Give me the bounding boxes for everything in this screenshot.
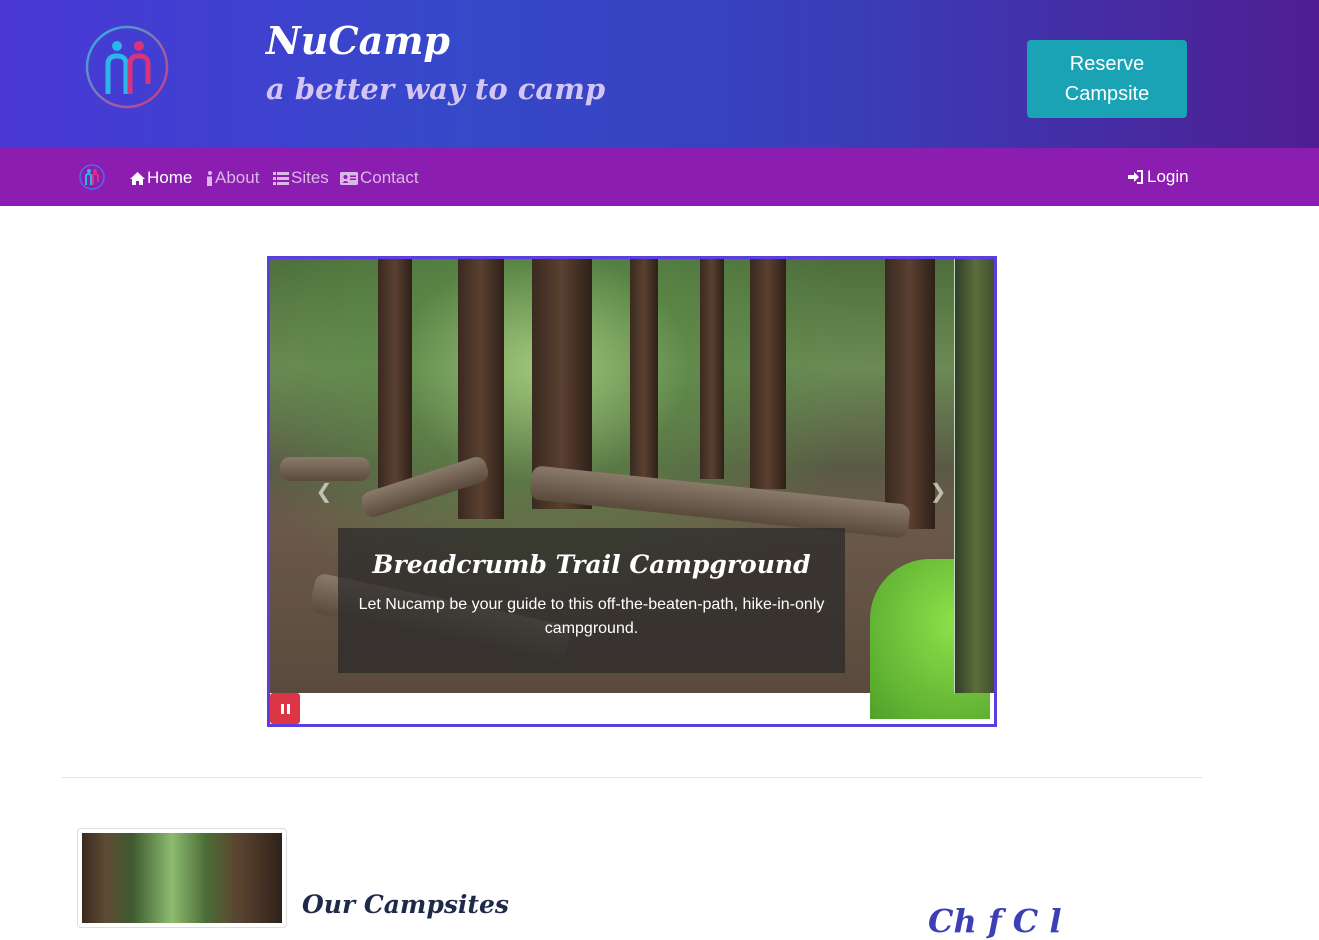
info-icon <box>207 170 212 186</box>
carousel-next-slide-peek <box>954 259 994 693</box>
carousel-pause-button[interactable] <box>270 693 300 724</box>
navbar-logo-icon[interactable] <box>79 164 105 190</box>
nav-home-label: Home <box>147 168 193 187</box>
partial-heading-cropped: Ch f C l <box>928 902 1062 940</box>
our-campsites-heading: Our Campsites <box>302 890 509 919</box>
jumbotron-header: NuCamp a better way to camp Reserve Camp… <box>0 0 1319 148</box>
carousel-caption: Breadcrumb Trail Campground Let Nucamp b… <box>338 528 845 673</box>
address-card-icon <box>340 171 358 185</box>
home-icon <box>130 171 145 185</box>
campsites-thumbnail-image <box>82 833 282 923</box>
list-icon <box>273 171 289 185</box>
nav-about-label: About <box>215 168 260 187</box>
sign-in-icon <box>1128 170 1143 184</box>
reserve-campsite-button[interactable]: Reserve Campsite <box>1027 40 1187 118</box>
nav-home[interactable]: Home <box>130 167 192 189</box>
nucamp-logo-icon <box>85 25 169 109</box>
brand-subtitle: a better way to camp <box>266 72 606 106</box>
nav-contact[interactable]: Contact <box>340 167 419 189</box>
campsite-carousel[interactable]: ❮ ❯ Breadcrumb Trail Campground Let Nuca… <box>267 256 997 727</box>
carousel-prev-icon[interactable]: ❮ <box>314 479 334 503</box>
login-button[interactable]: Login <box>1128 167 1189 187</box>
main-navbar: Home About Sites Contact Login <box>0 148 1319 206</box>
campsites-thumbnail <box>77 828 287 928</box>
caption-text: Let Nucamp be your guide to this off-the… <box>358 596 825 637</box>
carousel-next-icon[interactable]: ❯ <box>928 479 948 503</box>
nav-sites-label: Sites <box>291 168 329 187</box>
section-divider <box>62 777 1202 778</box>
brand-title: NuCamp <box>266 18 451 63</box>
nav-about[interactable]: About <box>206 167 259 189</box>
nav-contact-label: Contact <box>360 168 419 187</box>
caption-title: Breadcrumb Trail Campground <box>372 550 811 579</box>
nav-sites[interactable]: Sites <box>273 167 329 189</box>
login-label: Login <box>1147 167 1189 186</box>
pause-icon <box>280 703 284 714</box>
